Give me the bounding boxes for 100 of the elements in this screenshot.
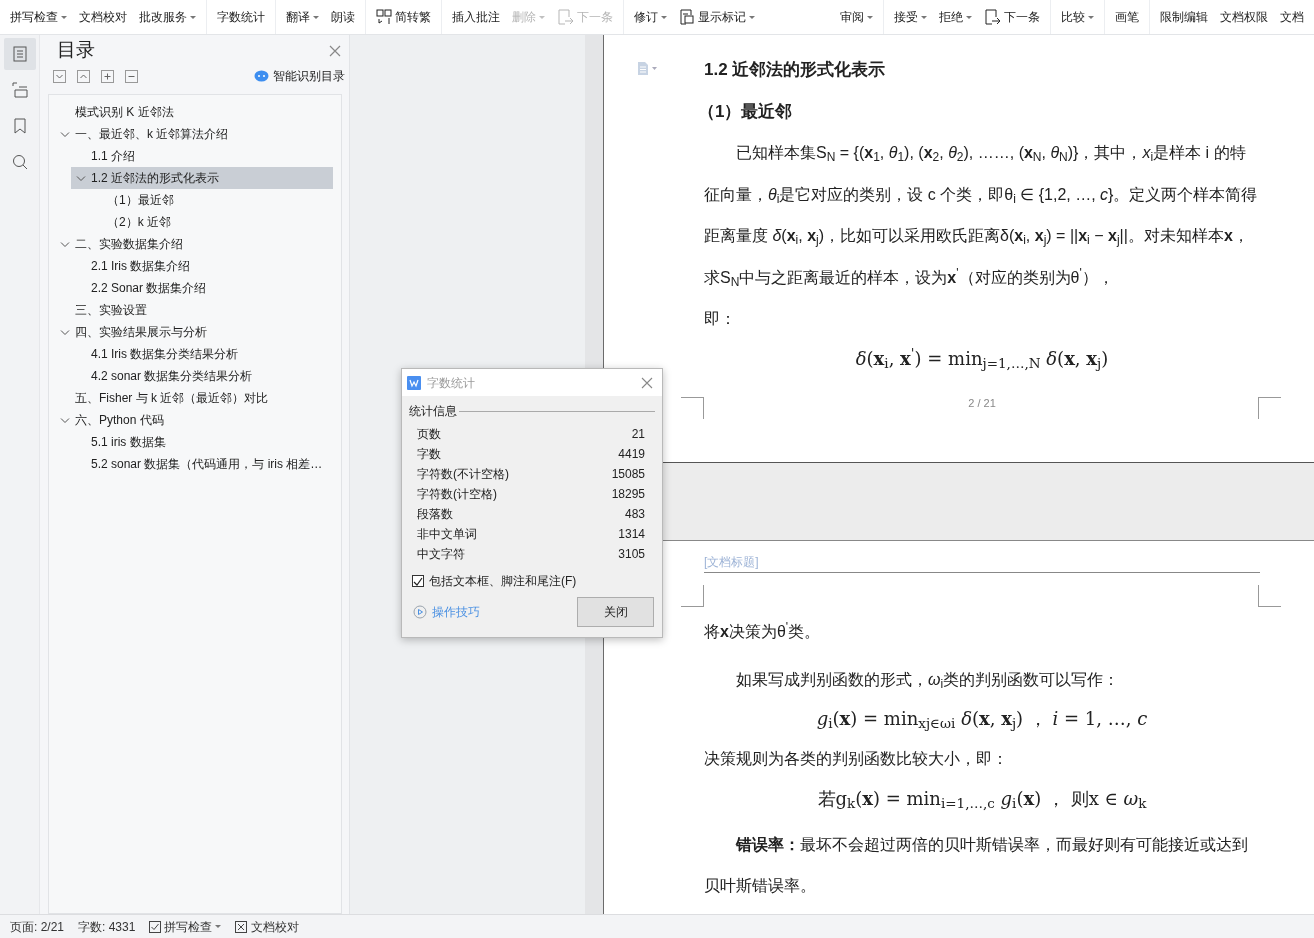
expand-icon[interactable] (77, 69, 90, 83)
toolbar-button[interactable]: 接受 (894, 4, 927, 30)
paragraph: 错误率：最坏不会超过两倍的贝叶斯错误率，而最好则有可能接近或达到贝叶斯错误率。 (704, 834, 1249, 896)
outline-item[interactable]: 四、实验结果展示与分析 (55, 321, 333, 343)
stat-label: 字数 (417, 446, 441, 463)
stat-label: 中文字符 (417, 546, 465, 563)
page-number: 2 / 21 (967, 396, 997, 411)
stat-value: 21 (631, 426, 645, 443)
crop-mark (681, 397, 704, 419)
stat-label: 字符数(不计空格) (417, 466, 509, 483)
subsection-heading: （1）最近邻 (698, 101, 794, 123)
checkbox-icon (149, 920, 162, 933)
next-comment-icon (984, 9, 1001, 25)
chevron-icon[interactable] (60, 327, 70, 337)
outline-item[interactable]: 2.2 Sonar 数据集介绍 (71, 277, 333, 299)
dialog-title: 字数统计 (427, 374, 475, 392)
panel-title: 目录 (57, 38, 95, 63)
outline-item[interactable]: 1.2 近邻法的形式化表示 (71, 167, 333, 189)
convert-icon (376, 9, 392, 25)
stat-label: 段落数 (417, 506, 453, 523)
formula: g$_{i}$(x) = min$_{xj∈ωi}$ δ(x, x$_{j}$) ， i = 1, …, c (815, 707, 1149, 734)
crop-mark (681, 585, 704, 607)
toolbar-button[interactable]: 拒绝 (939, 4, 972, 30)
smart-outline-button[interactable]: 智能识别目录 (254, 67, 345, 85)
checkbox[interactable] (412, 575, 424, 587)
chevron-icon[interactable] (60, 129, 70, 139)
outline-item[interactable]: 二、实验数据集介绍 (55, 233, 333, 255)
outline-item[interactable]: 1.1 介绍 (71, 145, 333, 167)
collapse-icon[interactable] (53, 69, 66, 83)
markup-icon (679, 9, 695, 25)
toolbar-button[interactable]: 批改服务 (139, 4, 196, 30)
play-icon (413, 605, 427, 619)
outline-item[interactable]: 4.2 sonar 数据集分类结果分析 (71, 365, 333, 387)
stat-label: 页数 (417, 426, 441, 443)
toolbar-button[interactable]: 插入批注 (452, 4, 500, 30)
navigation-icon (10, 81, 29, 99)
chevron-icon[interactable] (60, 415, 70, 425)
outline-item[interactable]: 六、Python 代码 (55, 409, 333, 431)
toolbar-button[interactable]: 修订 (634, 4, 667, 30)
toolbar-button[interactable]: 画笔 (1115, 4, 1139, 30)
paragraph: 如果写成判别函数的形式，ω$_{i}$类的判别函数可以写作： (735, 669, 1121, 693)
paragraph: 即： (704, 309, 737, 329)
toolbar-button[interactable]: 显示标记 (679, 4, 755, 30)
outline-item[interactable]: 5.1 iris 数据集 (71, 431, 333, 453)
paragraph: 将x决策为θ$^{'}$类。 (704, 619, 822, 642)
minus-icon[interactable] (125, 69, 138, 83)
outline-item[interactable]: 一、最近邻、k 近邻算法介绍 (55, 123, 333, 145)
toolbar-button[interactable]: 文档校对 (79, 4, 127, 30)
outline-item[interactable]: （1）最近邻 (87, 189, 333, 211)
spell-check-button[interactable]: 拼写检查 (149, 917, 222, 936)
close-button[interactable]: 关闭 (577, 597, 654, 627)
toolbar-button[interactable]: 下一条 (984, 4, 1040, 30)
outline-item[interactable]: （2）k 近邻 (87, 211, 333, 233)
search-icon (10, 153, 29, 171)
crop-mark (1258, 397, 1281, 419)
toolbar-button[interactable]: 朗读 (331, 4, 355, 30)
close-icon[interactable] (641, 376, 653, 389)
formula: δ(x$_{i}$, x$^{'}$) = min$_{j=1,…,N}$ δ(x, x$_{j}$) (854, 343, 1110, 373)
stat-label: 非中文单词 (417, 526, 477, 543)
app-logo-icon (407, 375, 421, 390)
toolbar-button[interactable]: 审阅 (840, 4, 873, 30)
toolbar-button[interactable]: 翻译 (286, 4, 319, 30)
toolbar-button[interactable]: 限制编辑 (1160, 4, 1208, 30)
stat-label: 字符数(计空格) (417, 486, 497, 503)
outline-item[interactable]: 五、Fisher 与 k 近邻（最近邻）对比 (55, 387, 333, 409)
toolbar-button[interactable]: 简转繁 (376, 4, 431, 30)
check-icon (413, 576, 423, 586)
paragraph: 已知样本集S$_{N}$ = {(x$_{1}$, θ$_{1}$), (x$_{2}$, θ$_{2}$), ……, (x$_{N}$, θ$_{N}$)}，其中，x$_{i}$是样本 i 的特征向量，θ$_{i}$是它对应的类别，设 c 个类，即θ$_{i}$ ∈ {1,2, …, c}。定义两个样本简得距离量度 δ(x$_{i}$, x$_{j}$)，比如可以采用欧氏距离δ(x$_{i}$, x$_{j}$) = ||x$_{i}$ − x$_{j}$||。对未知样本x，求S$_{N}$中与之距离最近的样本，设为x$^{'}$（对应的类别为θ$^{'}$）， (704, 143, 1259, 291)
chevron-icon[interactable] (76, 173, 86, 183)
outline-item[interactable]: 2.1 Iris 数据集介绍 (71, 255, 333, 277)
stat-value: 4419 (618, 446, 645, 463)
sidebar-tab[interactable] (3, 38, 36, 70)
stat-value: 15085 (611, 466, 645, 483)
section-heading: 1.2 近邻法的形式化表示 (704, 59, 887, 81)
proofread-button[interactable]: 文档校对 (235, 917, 300, 936)
outline-item[interactable]: 三、实验设置 (55, 299, 333, 321)
outline-item[interactable]: 4.1 Iris 数据集分类结果分析 (71, 343, 333, 365)
stat-value: 1314 (618, 526, 645, 543)
page-indicator: 页面: 2/21 (10, 918, 65, 936)
outline-icon (10, 45, 29, 63)
outline-item[interactable]: 5.2 sonar 数据集（代码通用，与 iris 相差… (71, 453, 333, 475)
section-label: 统计信息 (409, 403, 457, 420)
document-icon[interactable] (637, 61, 658, 76)
toolbar-button[interactable]: 文档 (1280, 4, 1304, 30)
paragraph: 决策规则为各类的判别函数比较大小，即： (704, 749, 1009, 769)
next-comment-icon (557, 9, 574, 25)
stat-value: 483 (624, 506, 645, 523)
toolbar-button[interactable]: 拼写检查 (10, 4, 67, 30)
toolbar-button[interactable]: 文档权限 (1220, 4, 1268, 30)
toolbar-button[interactable]: 字数统计 (217, 4, 265, 30)
word-count: 字数: 4331 (78, 918, 136, 936)
stat-value: 3105 (618, 546, 645, 563)
chevron-icon[interactable] (60, 239, 70, 249)
plus-icon[interactable] (101, 69, 114, 83)
crop-mark (1258, 585, 1281, 607)
toolbar-button[interactable]: 比较 (1061, 4, 1094, 30)
close-icon[interactable] (329, 44, 341, 57)
formula: 若g$_{k}$(x) = min$_{i=1,…,c}$ g$_{i}$(x) ， 则x ∈ ω$_{k}$ (816, 786, 1148, 813)
outline-item[interactable]: 模式识别 K 近邻法 (55, 101, 333, 123)
proofread-icon (235, 920, 248, 933)
